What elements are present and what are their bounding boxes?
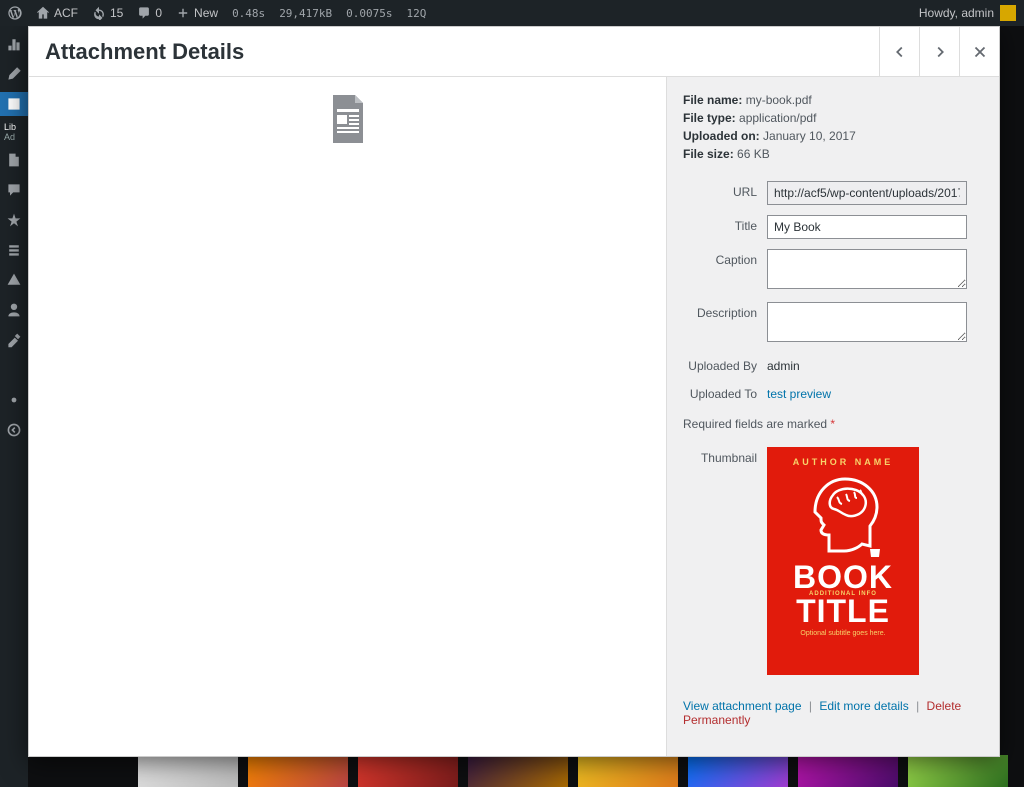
grid-thumb[interactable] (578, 755, 678, 787)
menu-item[interactable] (0, 208, 28, 232)
site-home-link[interactable]: ACF (32, 0, 82, 26)
attachment-actions: View attachment page | Edit more details… (667, 685, 999, 727)
uploaded-by: admin (767, 355, 983, 373)
grid-thumb[interactable] (798, 755, 898, 787)
description-label: Description (667, 302, 767, 320)
menu-pages[interactable] (0, 148, 28, 172)
attachment-details-sidebar: File name: my-book.pdf File type: applic… (667, 77, 999, 756)
media-grid-peek (138, 755, 1024, 787)
menu-comments[interactable] (0, 178, 28, 202)
comments-link[interactable]: 0 (133, 0, 166, 26)
grid-thumb[interactable] (688, 755, 788, 787)
updates-link[interactable]: 15 (88, 0, 127, 26)
debug-queries: 12Q (403, 0, 431, 26)
menu-collapse[interactable] (0, 418, 28, 442)
debug-sql: 0.0075s (342, 0, 396, 26)
uploaded-by-label: Uploaded By (667, 355, 767, 373)
menu-item[interactable] (0, 238, 28, 262)
document-icon (328, 95, 368, 143)
uploaded-to-link[interactable]: test preview (767, 387, 831, 401)
required-fields-note: Required fields are marked * (667, 411, 999, 439)
site-name: ACF (54, 6, 78, 20)
url-label: URL (667, 181, 767, 199)
file-name: my-book.pdf (746, 93, 812, 107)
comments-count: 0 (155, 6, 162, 20)
admin-bar: ACF 15 0 New 0.48s 29,417kB 0.0075s 12Q … (0, 0, 1024, 26)
menu-media-labels: Lib Ad (0, 122, 28, 142)
description-field[interactable] (767, 302, 967, 342)
menu-posts[interactable] (0, 62, 28, 86)
close-button[interactable] (959, 27, 999, 77)
thumb-subtitle: Optional subtitle goes here. (775, 630, 911, 637)
menu-users[interactable] (0, 298, 28, 322)
wp-logo[interactable] (4, 0, 26, 26)
file-type: application/pdf (739, 111, 816, 125)
grid-thumb[interactable] (908, 755, 1008, 787)
howdy-account[interactable]: Howdy, admin (919, 5, 1016, 21)
edit-details-link[interactable]: Edit more details (819, 699, 908, 713)
modal-header: Attachment Details (29, 27, 999, 77)
attachment-preview (29, 77, 667, 756)
uploaded-on: January 10, 2017 (763, 129, 856, 143)
grid-thumb[interactable] (248, 755, 348, 787)
grid-thumb[interactable] (468, 755, 568, 787)
admin-menu: Lib Ad (0, 26, 28, 787)
thumb-word-book: BOOK (775, 563, 911, 592)
attachment-meta: File name: my-book.pdf File type: applic… (667, 77, 999, 173)
menu-settings[interactable] (0, 358, 28, 382)
caption-field[interactable] (767, 249, 967, 289)
menu-tools[interactable] (0, 328, 28, 352)
avatar (1000, 5, 1016, 21)
updates-count: 15 (110, 6, 123, 20)
menu-dashboard[interactable] (0, 32, 28, 56)
attachment-details-modal: Attachment Details (28, 26, 1000, 757)
modal-title: Attachment Details (29, 39, 879, 65)
caption-label: Caption (667, 249, 767, 267)
grid-thumb[interactable] (138, 755, 238, 787)
title-field[interactable] (767, 215, 967, 239)
debug-time: 0.48s (228, 0, 269, 26)
file-size: 66 KB (737, 147, 770, 161)
title-label: Title (667, 215, 767, 233)
thumb-word-title: TITLE (775, 597, 911, 626)
debug-mem: 29,417kB (275, 0, 336, 26)
howdy-text: Howdy, admin (919, 6, 994, 20)
new-label: New (194, 6, 218, 20)
new-content-link[interactable]: New (172, 0, 222, 26)
thumbnail-image[interactable]: AUTHOR NAME BOOK (767, 447, 919, 675)
prev-button[interactable] (879, 27, 919, 77)
thumbnail-label: Thumbnail (667, 447, 767, 465)
menu-item[interactable] (0, 388, 28, 412)
thumb-author: AUTHOR NAME (775, 457, 911, 467)
menu-media[interactable] (0, 92, 28, 116)
menu-appearance[interactable] (0, 268, 28, 292)
url-field[interactable] (767, 181, 967, 205)
thumb-illustration (793, 473, 893, 559)
attachment-settings: URL Title Caption Description Uploaded B… (667, 173, 999, 401)
next-button[interactable] (919, 27, 959, 77)
view-attachment-link[interactable]: View attachment page (683, 699, 802, 713)
uploaded-to-label: Uploaded To (667, 383, 767, 401)
grid-thumb[interactable] (358, 755, 458, 787)
